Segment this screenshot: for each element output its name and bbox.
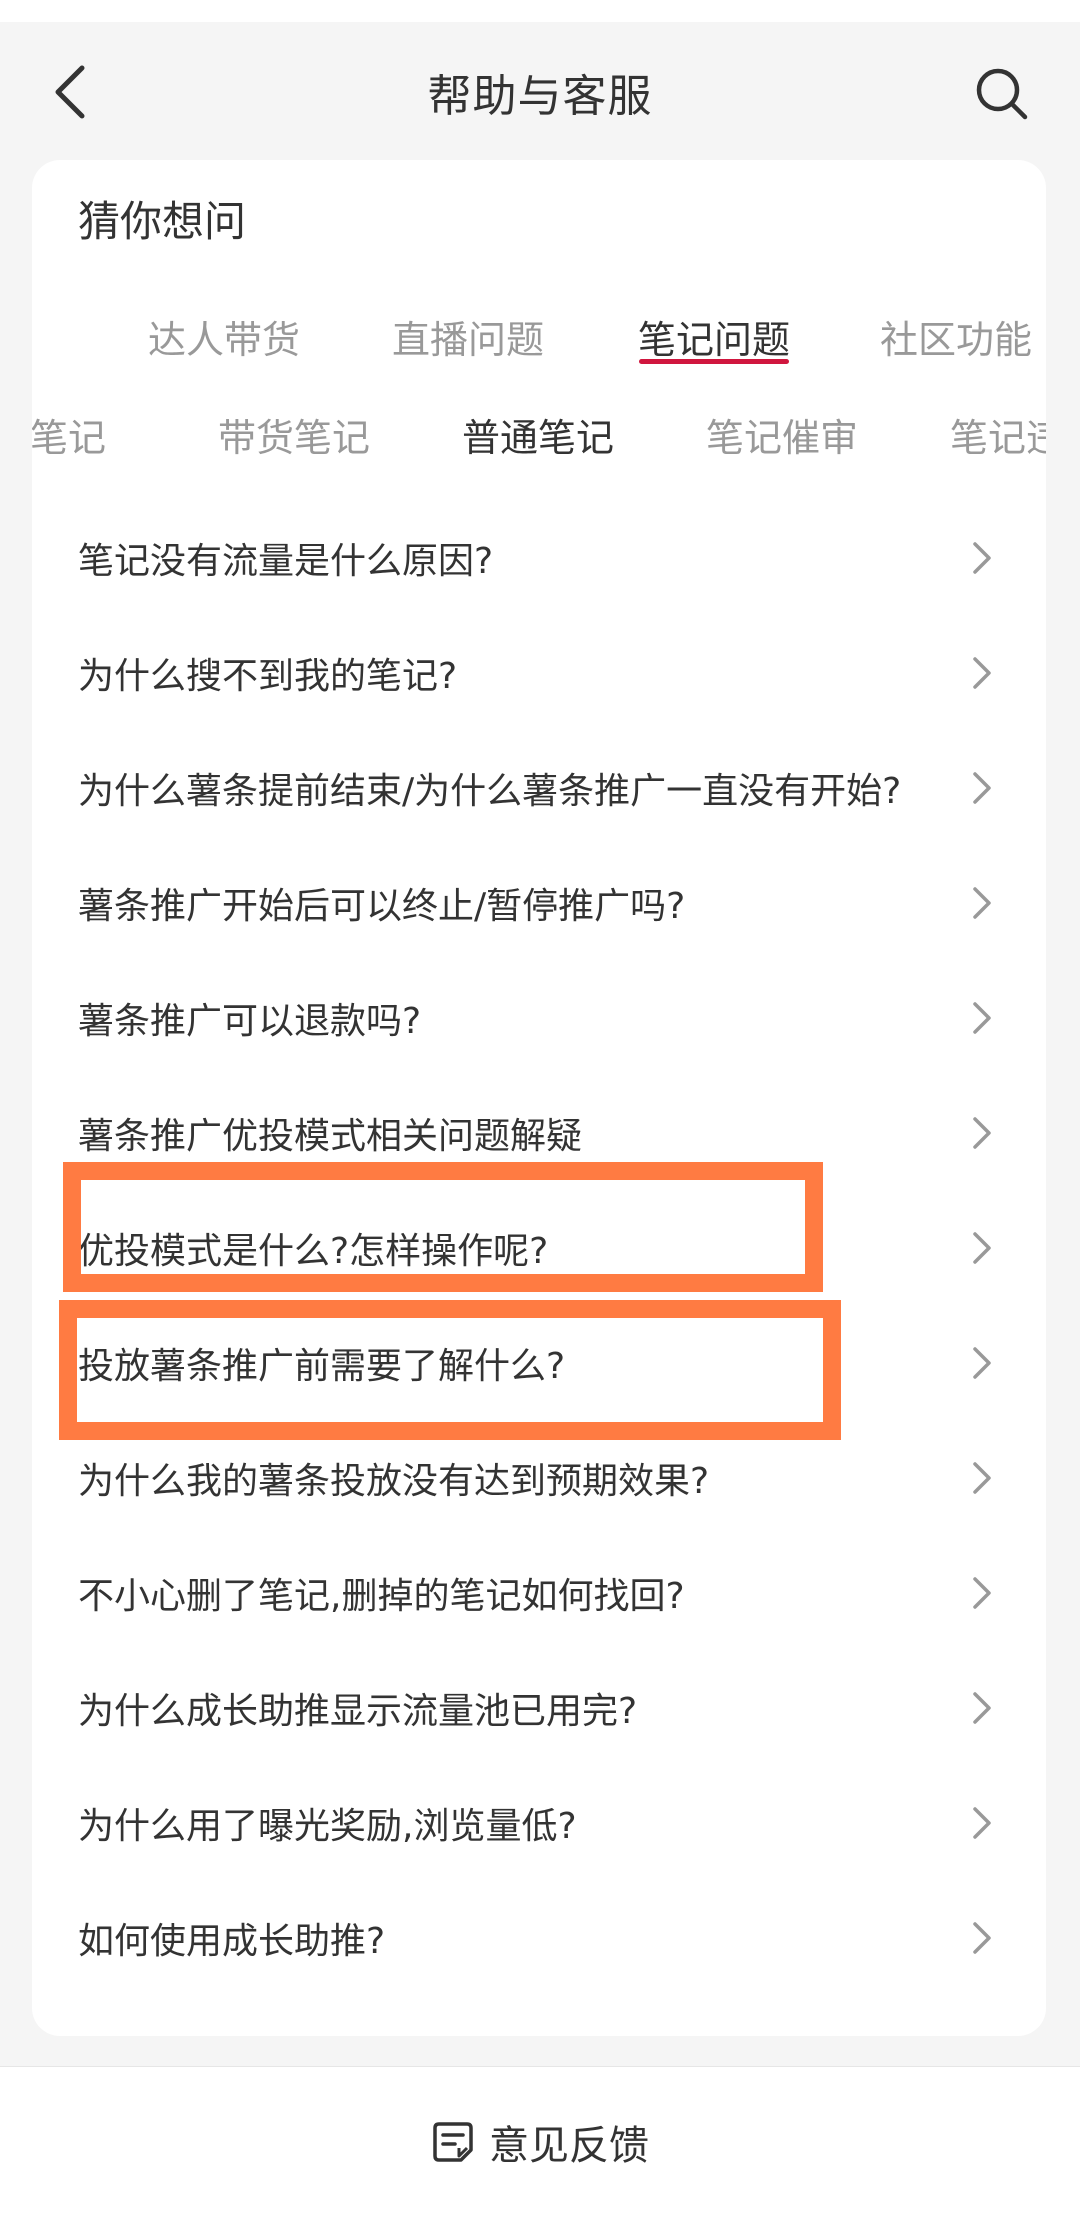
question-text: 优投模式是什么?怎样操作呢?	[78, 1230, 549, 1272]
tab-label: 社区功能	[879, 317, 1032, 362]
question-item[interactable]: 为什么我的薯条投放没有达到预期效果?	[32, 1420, 1046, 1535]
subtab-daihuo-biji[interactable]: 带货笔记	[218, 386, 370, 482]
question-item[interactable]: 如何使用成长助推?	[32, 1880, 1046, 1995]
tab-daren-daihuo[interactable]: 达人带货	[124, 286, 324, 386]
chevron-right-icon	[962, 1458, 1002, 1498]
section-title: 猜你想问	[78, 197, 247, 246]
question-list: 笔记没有流量是什么原因? 为什么搜不到我的笔记? 为什么薯条提前结束/为什么薯条…	[32, 500, 1046, 1995]
chevron-right-icon	[962, 653, 1002, 693]
chevron-right-icon	[962, 1918, 1002, 1958]
subtab-shangpin-biji[interactable]: 品笔记	[32, 386, 106, 482]
tab-label: 笔记问题	[637, 317, 790, 362]
bottom-bar: 意见反馈	[0, 2066, 1080, 2217]
question-item[interactable]: 为什么薯条提前结束/为什么薯条推广一直没有开始?	[32, 730, 1046, 845]
question-text: 为什么薯条提前结束/为什么薯条推广一直没有开始?	[78, 770, 902, 812]
chevron-left-icon	[55, 65, 85, 119]
search-button[interactable]	[970, 62, 1034, 126]
question-text: 为什么成长助推显示流量池已用完?	[78, 1690, 638, 1732]
tab-biji-wenti[interactable]: 笔记问题	[614, 286, 814, 386]
subtab-label: 带货笔记	[218, 415, 371, 460]
question-item[interactable]: 薯条推广优投模式相关问题解疑	[32, 1075, 1046, 1190]
question-text: 为什么用了曝光奖励,浏览量低?	[78, 1805, 577, 1847]
category-tabs: 达人带货 直播问题 笔记问题 社区功能	[32, 286, 1046, 386]
question-text: 薯条推广可以退款吗?	[78, 1000, 422, 1042]
chevron-right-icon	[962, 1228, 1002, 1268]
tab-shequ-gongneng[interactable]: 社区功能	[856, 286, 1046, 386]
chevron-right-icon	[962, 1688, 1002, 1728]
subtab-biji-cuishen[interactable]: 笔记催审	[706, 386, 858, 482]
feedback-icon	[431, 2120, 475, 2164]
question-item[interactable]: 薯条推广可以退款吗?	[32, 960, 1046, 1075]
chevron-right-icon	[962, 1343, 1002, 1383]
back-button[interactable]	[40, 62, 100, 122]
subtab-putong-biji[interactable]: 普通笔记	[462, 386, 614, 482]
question-text: 为什么我的薯条投放没有达到预期效果?	[78, 1460, 710, 1502]
faq-card: 猜你想问 达人带货 直播问题 笔记问题 社区功能 品笔记 带货笔记 普通笔记 笔…	[32, 160, 1046, 2036]
subtab-biji-weigui[interactable]: 笔记违	[950, 386, 1046, 482]
subcategory-tabs: 品笔记 带货笔记 普通笔记 笔记催审 笔记违	[32, 386, 1046, 482]
nav-bar: 帮助与客服	[0, 22, 1080, 162]
question-item[interactable]: 为什么成长助推显示流量池已用完?	[32, 1650, 1046, 1765]
question-text: 如何使用成长助推?	[78, 1920, 386, 1962]
chevron-right-icon	[962, 1803, 1002, 1843]
subtab-label: 普通笔记	[462, 415, 615, 460]
chevron-right-icon	[962, 883, 1002, 923]
question-item[interactable]: 薯条推广开始后可以终止/暂停推广吗?	[32, 845, 1046, 960]
chevron-right-icon	[962, 998, 1002, 1038]
chevron-right-icon	[962, 1113, 1002, 1153]
page-title: 帮助与客服	[427, 71, 653, 122]
question-item[interactable]: 不小心删了笔记,删掉的笔记如何找回?	[32, 1535, 1046, 1650]
status-strip	[0, 0, 1080, 22]
feedback-label: 意见反馈	[489, 2123, 649, 2169]
question-text: 薯条推广开始后可以终止/暂停推广吗?	[78, 885, 686, 927]
question-item[interactable]: 为什么用了曝光奖励,浏览量低?	[32, 1765, 1046, 1880]
feedback-button[interactable]: 意见反馈	[0, 2067, 1080, 2217]
subtab-label: 笔记违	[950, 415, 1046, 460]
question-item[interactable]: 投放薯条推广前需要了解什么?	[32, 1305, 1046, 1420]
tab-label: 达人带货	[147, 317, 300, 362]
subtab-label: 笔记催审	[706, 415, 859, 460]
chevron-right-icon	[962, 538, 1002, 578]
subtab-label: 品笔记	[32, 415, 107, 460]
question-text: 为什么搜不到我的笔记?	[78, 655, 458, 697]
tab-label: 直播问题	[391, 317, 544, 362]
question-item[interactable]: 优投模式是什么?怎样操作呢?	[32, 1190, 1046, 1305]
question-item[interactable]: 笔记没有流量是什么原因?	[32, 500, 1046, 615]
chevron-right-icon	[962, 768, 1002, 808]
question-text: 笔记没有流量是什么原因?	[78, 540, 494, 582]
question-text: 薯条推广优投模式相关问题解疑	[78, 1115, 583, 1157]
question-text: 投放薯条推广前需要了解什么?	[78, 1345, 566, 1387]
question-text: 不小心删了笔记,删掉的笔记如何找回?	[78, 1575, 685, 1617]
tab-zhibo-wenti[interactable]: 直播问题	[368, 286, 568, 386]
active-tab-underline	[639, 359, 789, 364]
question-item[interactable]: 为什么搜不到我的笔记?	[32, 615, 1046, 730]
search-icon	[976, 68, 1028, 120]
chevron-right-icon	[962, 1573, 1002, 1613]
